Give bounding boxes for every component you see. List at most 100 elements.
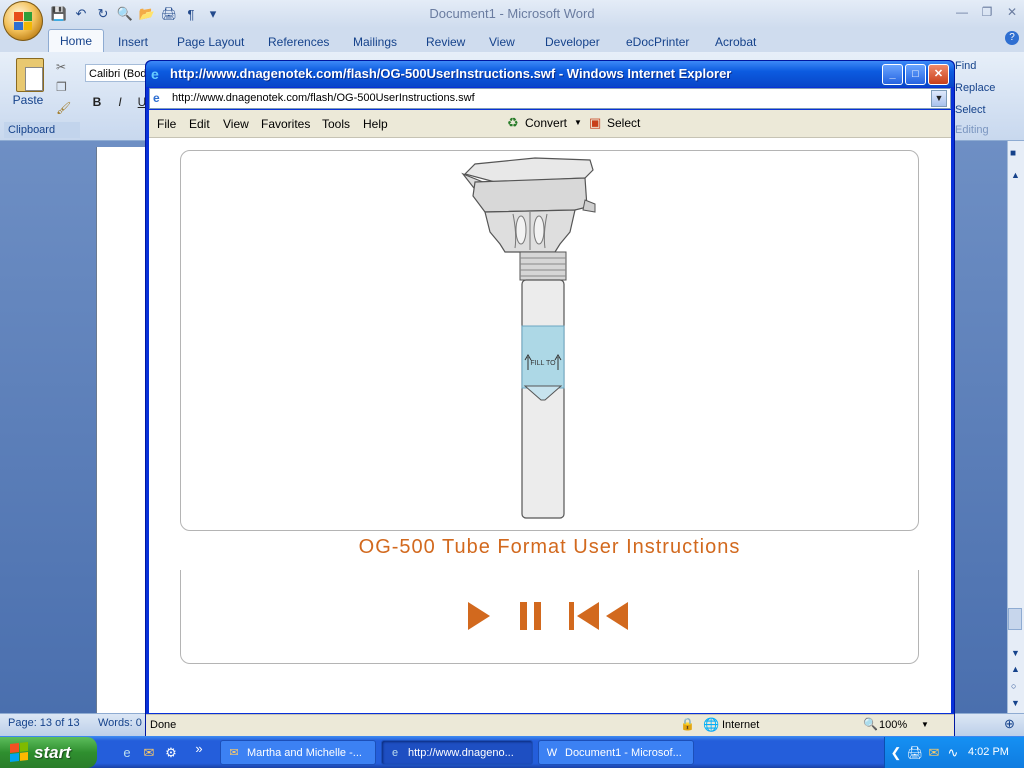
menu-edit[interactable]: Edit	[189, 117, 210, 131]
tab-insert[interactable]: Insert	[112, 32, 154, 52]
tray-expand-icon[interactable]: ❮	[887, 744, 905, 762]
outlook-icon: ✉	[229, 747, 239, 759]
quicklaunch-app-icon[interactable]: ⚙	[162, 744, 180, 762]
tray-mail-icon[interactable]: ✉	[925, 744, 943, 762]
tab-references[interactable]: References	[262, 32, 335, 52]
zoom-in-icon[interactable]: ⊕	[1004, 716, 1015, 732]
scroll-down-icon[interactable]: ▼	[1011, 648, 1020, 658]
security-zone-label[interactable]: Internet	[722, 719, 759, 731]
tab-review[interactable]: Review	[420, 32, 471, 52]
playback-controls-frame	[180, 570, 919, 664]
clipboard-group-label: Clipboard	[4, 122, 80, 138]
ie-status-bar	[146, 714, 954, 737]
print-icon[interactable]: 🖨	[160, 5, 178, 23]
editing-group-label: Editing	[955, 124, 989, 136]
tray-printer-icon[interactable]: 🖨	[906, 744, 924, 762]
convert-dropdown-icon[interactable]: ▼	[574, 118, 582, 127]
og500-tube-illustration: FILL TO	[461, 157, 596, 519]
font-name-box[interactable]: Calibri (Bod	[85, 64, 147, 82]
quick-access-toolbar: 💾 ↶ ↻ 🔍 📂 🖨 ¶ ▾	[50, 4, 222, 24]
bold-button[interactable]: B	[88, 93, 106, 111]
page-icon: e	[153, 91, 160, 105]
status-page-count[interactable]: Page: 13 of 13	[8, 717, 80, 729]
instructions-title: OG-500 Tube Format User Instructions	[358, 536, 741, 558]
copy-icon[interactable]: ❐	[56, 80, 67, 94]
taskbar-clock[interactable]: 4:02 PM	[968, 746, 1009, 758]
zoom-icon[interactable]: 🔍	[863, 717, 878, 731]
tab-home[interactable]: Home	[48, 29, 105, 53]
office-logo-icon	[14, 12, 32, 30]
save-icon[interactable]: 💾	[50, 5, 68, 23]
tab-edocprinter[interactable]: eDocPrinter	[620, 32, 695, 52]
tab-developer[interactable]: Developer	[539, 32, 606, 52]
address-text[interactable]: http://www.dnagenotek.com/flash/OG-500Us…	[172, 92, 475, 104]
format-painter-icon[interactable]: 🖌	[56, 101, 71, 115]
ie-minimize-icon[interactable]: _	[882, 64, 903, 85]
scroll-thumb[interactable]	[1008, 608, 1022, 630]
taskbar-word-label: Document1 - Microsof...	[565, 747, 682, 759]
ie-logo-icon: e	[151, 66, 159, 82]
fill-to-label: FILL TO	[530, 360, 556, 367]
select-tool-button[interactable]: Select	[607, 116, 640, 130]
tray-audio-icon[interactable]: ∿	[944, 744, 962, 762]
rewind-to-start-icon[interactable]	[567, 600, 631, 632]
word-restore-icon[interactable]: ❐	[978, 5, 996, 21]
ie-status-text: Done	[150, 719, 177, 731]
pause-icon[interactable]	[518, 600, 544, 632]
ie-taskbar-icon: e	[391, 747, 399, 759]
play-icon[interactable]	[466, 600, 492, 632]
quicklaunch-ie-icon[interactable]: e	[118, 744, 136, 762]
menu-file[interactable]: File	[157, 117, 176, 131]
open-icon[interactable]: 📂	[138, 5, 156, 23]
address-dropdown-icon[interactable]: ▼	[931, 90, 947, 107]
redo-icon[interactable]: ↻	[94, 5, 112, 23]
tab-mailings[interactable]: Mailings	[347, 32, 403, 52]
taskbar-ie-button[interactable]: e http://www.dnageno...	[381, 740, 533, 765]
taskbar-outlook-label: Martha and Michelle -...	[247, 747, 362, 759]
previous-page-icon[interactable]: ▲	[1011, 664, 1020, 674]
tab-page-layout[interactable]: Page Layout	[171, 32, 250, 52]
replace-button[interactable]: Replace	[955, 82, 995, 94]
select-browse-object-icon[interactable]: ○	[1011, 681, 1016, 691]
menu-tools[interactable]: Tools	[322, 117, 350, 131]
convert-button[interactable]: Convert	[525, 116, 567, 130]
zoom-dropdown-icon[interactable]: ▼	[921, 720, 929, 729]
convert-icon[interactable]: ♻	[507, 115, 519, 131]
ruler-toggle-icon[interactable]: ■	[1010, 148, 1016, 159]
paste-button-label[interactable]: Paste	[8, 93, 48, 107]
tab-acrobat[interactable]: Acrobat	[709, 32, 762, 52]
word-minimize-icon[interactable]: —	[953, 5, 971, 21]
word-taskbar-icon: W	[546, 747, 558, 759]
ie-maximize-icon[interactable]: □	[905, 64, 926, 85]
select-button[interactable]: Select	[955, 104, 986, 116]
customize-qat-icon[interactable]: ▾	[204, 5, 222, 23]
italic-button[interactable]: I	[111, 93, 129, 111]
office-button[interactable]	[3, 1, 43, 41]
next-page-icon[interactable]: ▼	[1011, 698, 1020, 708]
menu-help[interactable]: Help	[363, 117, 388, 131]
protected-mode-icon[interactable]: 🔒	[680, 717, 695, 731]
tab-view[interactable]: View	[483, 32, 521, 52]
print-preview-icon[interactable]: 🔍	[116, 5, 134, 23]
quicklaunch-outlook-icon[interactable]: ✉	[140, 744, 158, 762]
status-word-count[interactable]: Words: 0	[98, 717, 142, 729]
scroll-up-icon[interactable]: ▲	[1011, 170, 1020, 180]
help-icon[interactable]: ?	[1005, 31, 1019, 45]
quicklaunch-more-icon[interactable]: »	[190, 740, 208, 758]
find-button[interactable]: Find	[955, 60, 976, 72]
ie-close-icon[interactable]: ✕	[928, 64, 949, 85]
windows-logo-icon	[10, 742, 28, 762]
word-close-icon[interactable]: ✕	[1003, 5, 1021, 21]
show-formatting-icon[interactable]: ¶	[182, 5, 200, 23]
taskbar-word-button[interactable]: W Document1 - Microsof...	[538, 740, 694, 765]
taskbar-outlook-button[interactable]: ✉ Martha and Michelle -...	[220, 740, 376, 765]
zoom-level[interactable]: 100%	[879, 719, 907, 731]
paste-icon[interactable]	[16, 58, 44, 92]
menu-view[interactable]: View	[223, 117, 249, 131]
undo-icon[interactable]: ↶	[72, 5, 90, 23]
menu-favorites[interactable]: Favorites	[261, 117, 310, 131]
internet-zone-icon: 🌐	[703, 717, 720, 732]
select-icon[interactable]: ▣	[589, 115, 601, 131]
taskbar-ie-label: http://www.dnageno...	[408, 747, 514, 759]
cut-icon[interactable]: ✂	[56, 60, 66, 74]
